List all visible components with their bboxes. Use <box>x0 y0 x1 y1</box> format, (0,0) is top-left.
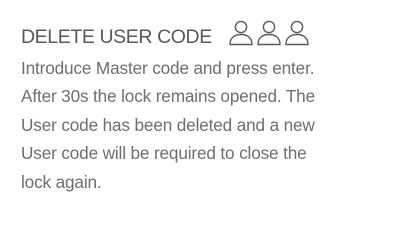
user-figure-icon <box>257 20 281 46</box>
user-figure-icon <box>285 20 309 46</box>
instruction-text: Introduce Master code and press enter. A… <box>21 54 410 196</box>
instruction-section: DELETE USER CODE Introduce Master code a… <box>21 18 401 196</box>
user-figure-icon <box>229 20 253 46</box>
instruction-line: Introduce Master code and press enter. <box>21 58 315 78</box>
instruction-line: lock again. <box>21 171 102 192</box>
three-users-icon <box>228 20 312 46</box>
title-row: DELETE USER CODE <box>21 18 401 48</box>
instruction-line: User code has been deleted and a new <box>21 114 315 135</box>
instruction-line: After 30s the lock remains opened. The <box>21 86 315 107</box>
instruction-line: User code will be required to close the <box>21 143 307 164</box>
section-title: DELETE USER CODE <box>21 26 212 48</box>
